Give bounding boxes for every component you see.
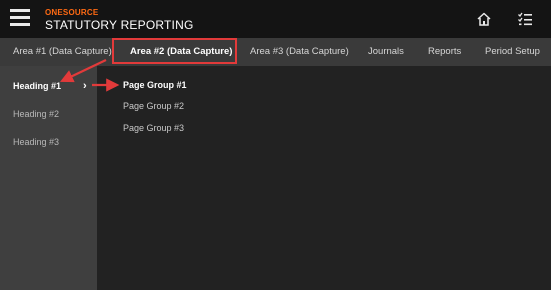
page-group-item-1[interactable]: Page Group #1 (123, 80, 187, 90)
chevron-right-icon: › (83, 80, 87, 92)
tab-journals[interactable]: Journals (368, 38, 404, 66)
area-tab-bar: Area #1 (Data Capture) Area #2 (Data Cap… (0, 38, 551, 66)
task-list-icon[interactable] (517, 11, 533, 27)
app-title: STATUTORY REPORTING (45, 18, 194, 32)
sidebar-item-heading-3[interactable]: Heading #3 (13, 137, 59, 147)
sidebar-item-heading-1[interactable]: Heading #1 (13, 81, 61, 91)
menu-icon[interactable] (10, 9, 30, 27)
page-group-panel (97, 66, 551, 290)
home-icon[interactable] (476, 11, 492, 27)
tab-area-1[interactable]: Area #1 (Data Capture) (13, 38, 112, 66)
annotation-highlight-box (112, 38, 237, 64)
sidebar-item-heading-2[interactable]: Heading #2 (13, 109, 59, 119)
tab-area-3[interactable]: Area #3 (Data Capture) (250, 38, 349, 66)
page-group-item-3[interactable]: Page Group #3 (123, 123, 184, 133)
sidebar (0, 66, 97, 290)
tab-reports[interactable]: Reports (428, 38, 461, 66)
app-header: ONESOURCE STATUTORY REPORTING (0, 0, 551, 38)
brand-logo-text: ONESOURCE (45, 8, 99, 17)
tab-period-setup[interactable]: Period Setup (485, 38, 540, 66)
page-group-item-2[interactable]: Page Group #2 (123, 101, 184, 111)
